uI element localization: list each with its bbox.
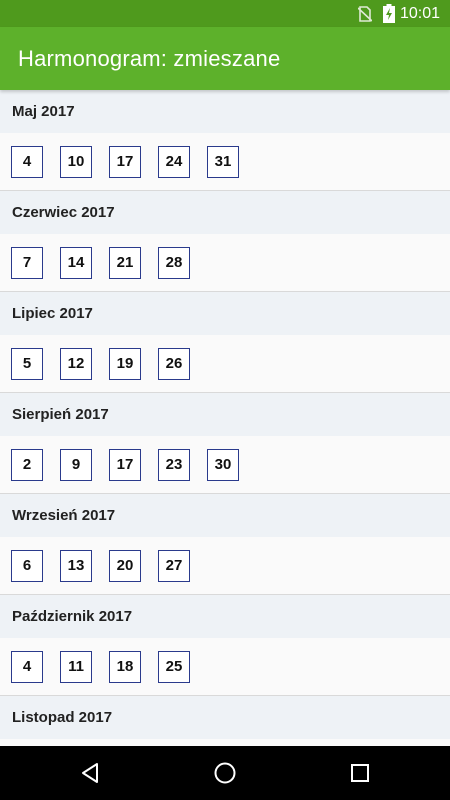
day-box[interactable]: 4	[11, 650, 43, 683]
month-section-lipiec: Lipiec 2017 5 12 19 26	[0, 292, 450, 393]
day-box[interactable]: 13	[60, 549, 92, 582]
month-section-maj: Maj 2017 4 10 17 24 31	[0, 90, 450, 191]
month-header: Czerwiec 2017	[0, 191, 450, 234]
day-box[interactable]: 17	[109, 145, 141, 178]
schedule-list[interactable]: Maj 2017 4 10 17 24 31 Czerwiec 2017 7 1…	[0, 90, 450, 746]
day-box[interactable]: 25	[158, 650, 190, 683]
month-header: Październik 2017	[0, 595, 450, 638]
battery-charging-icon	[383, 4, 395, 23]
day-box[interactable]: 31	[207, 145, 239, 178]
days-row: 4 10 17 24 31	[0, 133, 450, 190]
app-bar: Harmonogram: zmieszane	[0, 27, 450, 90]
month-section-wrzesien: Wrzesień 2017 6 13 20 27	[0, 494, 450, 595]
month-header: Maj 2017	[0, 90, 450, 133]
month-header: Sierpień 2017	[0, 393, 450, 436]
day-box[interactable]: 9	[60, 448, 92, 481]
day-box[interactable]: 12	[60, 347, 92, 380]
status-bar: 10:01	[0, 0, 450, 27]
days-row	[0, 739, 450, 746]
month-section-sierpien: Sierpień 2017 2 9 17 23 30	[0, 393, 450, 494]
days-row: 7 14 21 28	[0, 234, 450, 291]
navigation-bar	[0, 746, 450, 800]
month-section-czerwiec: Czerwiec 2017 7 14 21 28	[0, 191, 450, 292]
month-section-pazdziernik: Październik 2017 4 11 18 25	[0, 595, 450, 696]
day-box[interactable]: 4	[11, 145, 43, 178]
days-row: 4 11 18 25	[0, 638, 450, 695]
day-box[interactable]: 11	[60, 650, 92, 683]
day-box[interactable]: 18	[109, 650, 141, 683]
day-box[interactable]: 26	[158, 347, 190, 380]
days-row: 5 12 19 26	[0, 335, 450, 392]
month-header: Wrzesień 2017	[0, 494, 450, 537]
day-box[interactable]: 19	[109, 347, 141, 380]
day-box[interactable]: 17	[109, 448, 141, 481]
day-box[interactable]: 14	[60, 246, 92, 279]
recents-icon[interactable]	[345, 758, 375, 788]
day-box[interactable]: 2	[11, 448, 43, 481]
day-box[interactable]: 23	[158, 448, 190, 481]
home-icon[interactable]	[210, 758, 240, 788]
day-box[interactable]: 20	[109, 549, 141, 582]
day-box[interactable]: 7	[11, 246, 43, 279]
month-header: Listopad 2017	[0, 696, 450, 739]
day-box[interactable]: 10	[60, 145, 92, 178]
status-time: 10:01	[399, 5, 440, 22]
day-box[interactable]: 21	[109, 246, 141, 279]
day-box[interactable]: 30	[207, 448, 239, 481]
month-section-listopad: Listopad 2017	[0, 696, 450, 746]
day-box[interactable]: 6	[11, 549, 43, 582]
day-box[interactable]: 5	[11, 347, 43, 380]
month-header: Lipiec 2017	[0, 292, 450, 335]
day-box[interactable]: 24	[158, 145, 190, 178]
days-row: 2 9 17 23 30	[0, 436, 450, 493]
day-box[interactable]: 27	[158, 549, 190, 582]
day-box[interactable]: 28	[158, 246, 190, 279]
back-icon[interactable]	[75, 758, 105, 788]
days-row: 6 13 20 27	[0, 537, 450, 594]
page-title: Harmonogram: zmieszane	[18, 46, 281, 71]
no-sim-icon	[358, 6, 372, 22]
